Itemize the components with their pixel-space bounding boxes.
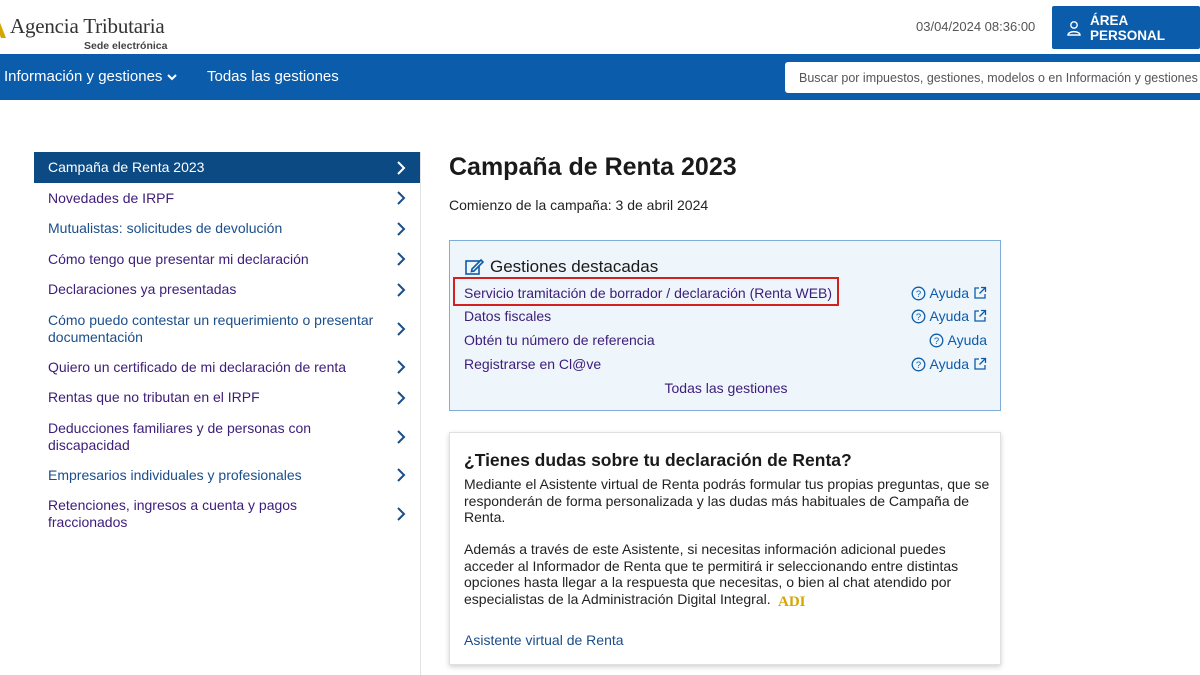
chevron-right-icon <box>397 321 406 336</box>
sidebar-item-label: Cómo puedo contestar un requerimiento o … <box>48 311 374 345</box>
ayuda-link[interactable]: ? Ayuda <box>911 308 987 324</box>
chevron-right-icon <box>397 507 406 521</box>
help-circle-icon: ? <box>911 309 925 323</box>
external-link-icon <box>974 286 987 299</box>
ayuda-label: Ayuda <box>929 285 969 301</box>
gestiones-header: Gestiones destacadas <box>464 257 658 277</box>
clave-link[interactable]: Registrarse en Cl@ve <box>464 356 601 372</box>
help-circle-icon: ? <box>911 357 925 371</box>
sidebar-menu: Campaña de Renta 2023 Novedades de IRPF … <box>34 152 420 538</box>
ayuda-label: Ayuda <box>947 332 987 348</box>
ayuda-label: Ayuda <box>929 356 969 372</box>
site-header: Agencia Tributaria Sede electrónica 03/0… <box>0 0 1200 54</box>
sidebar-divider <box>420 152 421 675</box>
sidebar-item-certificado[interactable]: Quiero un certificado de mi declaración … <box>34 352 420 383</box>
search-input[interactable] <box>785 62 1200 93</box>
logo-mark-icon <box>0 22 6 38</box>
chevron-right-icon <box>397 160 406 175</box>
dudas-renta-card: ¿Tienes dudas sobre tu declaración de Re… <box>449 432 1001 665</box>
sidebar-item-label: Empresarios individuales y profesionales <box>48 466 302 483</box>
ayuda-link[interactable]: ? Ayuda <box>911 285 987 301</box>
highlight-box <box>453 277 839 306</box>
external-link-icon <box>974 309 987 322</box>
main-navigation: Información y gestiones Todas las gestio… <box>0 54 1200 100</box>
sidebar-item-label: Deducciones familiares y de personas con… <box>48 419 312 453</box>
chevron-right-icon <box>397 429 406 444</box>
sidebar-item-label: Quiero un certificado de mi declaración … <box>48 358 347 375</box>
todas-gestiones-link[interactable]: Todas las gestiones <box>450 380 1002 396</box>
sidebar-item-label: Campaña de Renta 2023 <box>48 159 205 175</box>
logo-title: Agencia Tributaria <box>10 14 165 38</box>
nav-informacion-gestiones[interactable]: Información y gestiones <box>4 68 178 85</box>
asistente-virtual-link[interactable]: Asistente virtual de Renta <box>464 632 624 648</box>
sidebar-item-label: Mutualistas: solicitudes de devolución <box>48 220 283 237</box>
edit-icon <box>465 258 484 275</box>
svg-text:?: ? <box>915 312 920 323</box>
dudas-paragraph-1: Mediante el Asistente virtual de Renta p… <box>464 476 990 525</box>
gestion-row: Obtén tu número de referencia ? Ayuda <box>464 332 987 352</box>
campaign-start-text: Comienzo de la campaña: 3 de abril 2024 <box>449 197 709 213</box>
svg-text:?: ? <box>915 360 920 371</box>
gestion-row: Datos fiscales ? Ayuda <box>464 308 987 328</box>
user-icon <box>1067 20 1081 36</box>
gestiones-title: Gestiones destacadas <box>490 257 659 276</box>
sidebar-item-declaraciones-presentadas[interactable]: Declaraciones ya presentadas <box>34 275 420 306</box>
external-link-icon <box>974 357 987 370</box>
current-datetime: 03/04/2024 08:36:00 <box>916 19 1036 34</box>
help-circle-icon: ? <box>911 286 925 300</box>
ayuda-link[interactable]: ? Ayuda <box>929 332 987 348</box>
nav-informacion-label: Información y gestiones <box>4 68 163 85</box>
nav-todas-gestiones[interactable]: Todas las gestiones <box>207 68 339 85</box>
datos-fiscales-link[interactable]: Datos fiscales <box>464 308 551 324</box>
svg-text:?: ? <box>915 289 920 300</box>
page-title: Campaña de Renta 2023 <box>449 153 737 181</box>
sidebar-item-campana-renta[interactable]: Campaña de Renta 2023 <box>34 152 420 183</box>
gestion-row: Registrarse en Cl@ve ? Ayuda <box>464 356 987 376</box>
logo-subtitle: Sede electrónica <box>84 40 168 52</box>
chevron-right-icon <box>397 468 406 482</box>
ayuda-link[interactable]: ? Ayuda <box>911 356 987 372</box>
sidebar-item-rentas-no-tributan[interactable]: Rentas que no tributan en el IRPF <box>34 383 420 414</box>
gestiones-destacadas-panel: Gestiones destacadas Servicio tramitació… <box>449 240 1001 411</box>
sidebar-item-novedades[interactable]: Novedades de IRPF <box>34 183 420 214</box>
chevron-right-icon <box>397 222 406 236</box>
sidebar-item-mutualistas[interactable]: Mutualistas: solicitudes de devolución <box>34 214 420 245</box>
svg-text:?: ? <box>933 336 938 347</box>
sidebar-item-label: Cómo tengo que presentar mi declaración <box>48 250 309 267</box>
sidebar-item-label: Rentas que no tributan en el IRPF <box>48 389 260 406</box>
sidebar-item-label: Novedades de IRPF <box>48 189 175 206</box>
chevron-right-icon <box>397 283 406 297</box>
adi-logo-text: ADI <box>778 594 806 609</box>
chevron-right-icon <box>397 391 406 405</box>
chevron-down-icon <box>167 73 178 80</box>
area-personal-button[interactable]: ÁREA PERSONAL <box>1052 6 1200 49</box>
sidebar-item-label: Retenciones, ingresos a cuenta y pagos f… <box>48 497 298 530</box>
dudas-paragraph-2-text: Además a través de este Asistente, si ne… <box>464 541 959 607</box>
chevron-right-icon <box>397 191 406 205</box>
sidebar-item-retenciones[interactable]: Retenciones, ingresos a cuenta y pagos f… <box>34 491 420 538</box>
chevron-right-icon <box>397 360 406 374</box>
sidebar-item-empresarios[interactable]: Empresarios individuales y profesionales <box>34 460 420 491</box>
numero-referencia-link[interactable]: Obtén tu número de referencia <box>464 332 655 348</box>
ayuda-label: Ayuda <box>929 308 969 324</box>
sidebar-item-label: Declaraciones ya presentadas <box>48 281 237 298</box>
chevron-right-icon <box>397 252 406 266</box>
help-circle-icon: ? <box>929 333 943 347</box>
sidebar-item-como-presentar[interactable]: Cómo tengo que presentar mi declaración <box>34 244 420 275</box>
dudas-title: ¿Tienes dudas sobre tu declaración de Re… <box>464 450 852 470</box>
sidebar-item-requerimiento[interactable]: Cómo puedo contestar un requerimiento o … <box>34 305 420 352</box>
dudas-paragraph-2: Además a través de este Asistente, si ne… <box>464 541 994 609</box>
adi-logo-icon: ADI <box>778 594 806 609</box>
area-personal-label: ÁREA PERSONAL <box>1090 12 1166 43</box>
sidebar-item-deducciones[interactable]: Deducciones familiares y de personas con… <box>34 413 420 460</box>
